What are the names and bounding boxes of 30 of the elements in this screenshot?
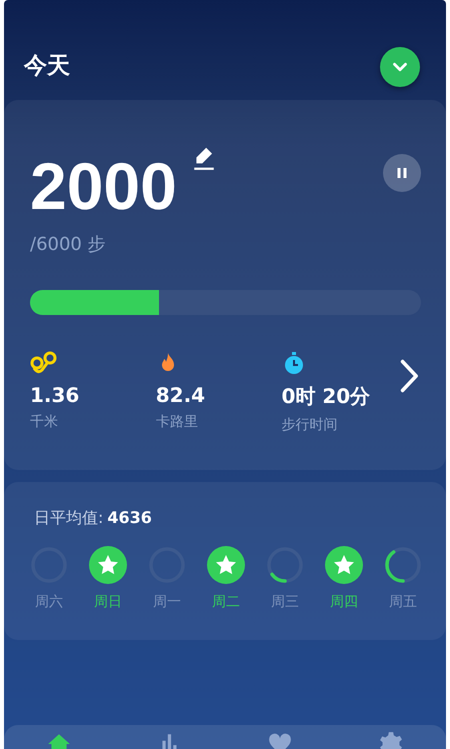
stat-label: 卡路里: [156, 413, 198, 431]
pause-button[interactable]: [383, 154, 421, 192]
stat-label: 步行时间: [282, 416, 338, 434]
step-goal: /6000 步: [30, 233, 107, 256]
day-label: 周四: [330, 593, 358, 611]
day-label: 周六: [35, 593, 63, 611]
settings-icon[interactable]: [378, 731, 404, 749]
day-label: 周一: [153, 593, 181, 611]
day-label: 周日: [94, 593, 122, 611]
heart-icon[interactable]: [267, 731, 294, 749]
day-label: 周五: [389, 593, 417, 611]
day-label: 周二: [212, 593, 240, 611]
average-label: 日平均值:: [34, 508, 104, 529]
progress-ring[interactable]: [265, 545, 305, 585]
dropdown-button[interactable]: [380, 47, 420, 87]
stat-value: 82.4: [156, 383, 206, 407]
page-title: 今天: [24, 52, 70, 80]
chevron-right-icon[interactable]: [399, 357, 421, 395]
route-pins-icon: [30, 351, 58, 375]
stat-value: 1.36: [30, 383, 80, 407]
average-value: 4636: [107, 508, 152, 527]
star-badge-icon[interactable]: [88, 545, 128, 585]
stat-value: 0时 20分: [282, 383, 370, 410]
star-badge-icon[interactable]: [324, 545, 364, 585]
progress-ring[interactable]: [383, 545, 423, 585]
day-label: 周三: [271, 593, 299, 611]
pause-icon: [396, 167, 408, 179]
stat-label: 千米: [30, 413, 58, 431]
star-badge-icon[interactable]: [206, 545, 246, 585]
step-count: 2000: [30, 150, 177, 222]
